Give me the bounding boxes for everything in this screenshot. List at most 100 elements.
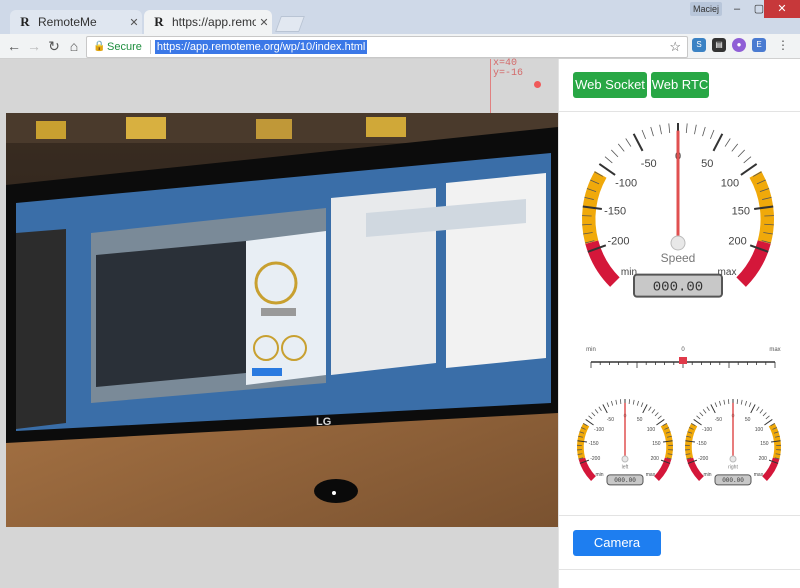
tick-label: 150 — [652, 441, 661, 447]
major-tick — [632, 133, 644, 152]
minor-tick — [615, 399, 618, 405]
major-tick — [642, 404, 648, 414]
minor-tick — [668, 123, 671, 134]
remoteme-favicon-icon: R — [20, 14, 30, 29]
tick-label: -100 — [615, 178, 637, 190]
close-tab-icon[interactable]: ✕ — [256, 16, 272, 29]
gauge-label: Speed — [661, 251, 696, 265]
minor-tick — [723, 399, 726, 405]
minor-tick — [743, 156, 752, 164]
major-tick — [693, 419, 702, 426]
minor-tick — [610, 400, 614, 406]
minor-tick — [759, 409, 764, 414]
web-rtc-button[interactable]: Web RTC — [651, 72, 709, 98]
major-tick — [602, 404, 608, 414]
tick-label: 200 — [728, 236, 746, 248]
tick-label: -200 — [607, 236, 629, 248]
minor-tick — [648, 406, 652, 411]
back-icon[interactable]: ← — [6, 38, 22, 54]
minor-tick — [714, 402, 718, 408]
tick-label: -150 — [604, 206, 626, 218]
minor-tick — [748, 402, 752, 408]
minor-tick — [598, 406, 602, 411]
minor-tick — [651, 409, 656, 414]
tick-label: -50 — [715, 417, 722, 423]
gauge-label: left — [622, 465, 629, 471]
left-motor-gauge: -200-150-100-50050100150200leftminmax000… — [577, 399, 673, 486]
minor-tick — [699, 412, 704, 417]
minor-tick — [641, 129, 647, 140]
gauge-value: 000.00 — [653, 280, 703, 296]
minor-tick — [594, 409, 599, 414]
minor-tick — [709, 129, 715, 140]
address-bar[interactable]: 🔒 Secure https://app.remoteme.org/wp/10/… — [86, 36, 688, 58]
major-tick — [656, 419, 665, 426]
minor-tick — [625, 138, 632, 147]
speed-gauge: -200-150-100-50050100150200Speedminmax00… — [582, 123, 774, 298]
tick-label: 100 — [755, 427, 764, 433]
slider-max-label: max — [769, 347, 780, 353]
y-coordinate: y=-16 — [493, 68, 524, 79]
lock-icon: 🔒 — [93, 41, 106, 52]
divider — [149, 40, 151, 54]
minor-tick — [591, 412, 596, 417]
tick-label: 150 — [732, 206, 750, 218]
gauge-value: 000.00 — [614, 477, 636, 484]
tab-title: https://app.remoteme.or — [172, 15, 256, 29]
gauge-label: right — [728, 465, 738, 471]
extension-icon[interactable]: ● — [732, 38, 746, 52]
title-bar: R RemoteMe ✕ R https://app.remoteme.or ✕… — [0, 0, 800, 34]
bookmark-star-icon[interactable]: ☆ — [669, 39, 681, 55]
tick-label: -150 — [589, 441, 599, 447]
major-tick — [712, 133, 724, 152]
tick-label: 200 — [759, 456, 768, 462]
minor-tick — [706, 406, 710, 411]
extension-film-icon[interactable]: ▤ — [712, 38, 726, 52]
extension-icon[interactable]: S — [692, 38, 706, 52]
close-tab-icon[interactable]: ✕ — [126, 16, 142, 29]
major-tick — [740, 163, 758, 176]
tick-label: -50 — [607, 417, 614, 423]
web-socket-button[interactable]: Web Socket — [573, 72, 647, 98]
slider-handle[interactable] — [679, 357, 687, 364]
tick-label: 150 — [760, 441, 769, 447]
control-panel: Web Socket Web RTC -200-150-100-50050100… — [558, 59, 800, 588]
camera-video[interactable]: LG — [6, 113, 558, 527]
tab-remoteme[interactable]: R RemoteMe ✕ — [10, 10, 142, 34]
minor-tick — [604, 156, 613, 164]
tick-label: 50 — [701, 158, 713, 170]
tab-remoteme-app[interactable]: R https://app.remoteme.or ✕ — [144, 10, 272, 34]
camera-center-button[interactable]: Camera Center — [573, 530, 661, 576]
camera-frame-image: LG — [6, 113, 558, 527]
menu-icon[interactable]: ⋮ — [776, 38, 790, 52]
gauge-min-label: min — [703, 472, 711, 478]
tick-label: -150 — [697, 441, 707, 447]
minor-tick — [762, 412, 767, 417]
tick-label: -100 — [594, 427, 604, 433]
tick-label: 50 — [637, 417, 643, 423]
divider — [559, 515, 800, 516]
url-text[interactable]: https://app.remoteme.org/wp/10/index.htm… — [154, 40, 368, 54]
extension-icon[interactable]: E — [752, 38, 766, 52]
right-motor-gauge: -200-150-100-50050100150200rightminmax00… — [685, 399, 781, 486]
minor-tick — [756, 406, 760, 411]
minor-tick — [694, 124, 697, 135]
speed-slider[interactable]: min 0 max — [583, 342, 783, 372]
forward-icon[interactable]: → — [26, 38, 42, 54]
minor-tick — [650, 126, 654, 137]
video-area: x=40 y=-16 LG — [0, 59, 559, 588]
new-tab-button[interactable] — [275, 16, 305, 32]
minor-tick — [740, 399, 743, 405]
secure-label: Secure — [107, 41, 142, 53]
tick-label: -200 — [698, 456, 708, 462]
close-window-icon[interactable]: ✕ — [764, 0, 800, 18]
home-icon[interactable]: ⌂ — [66, 38, 82, 54]
browser-toolbar: ← → ↻ ⌂ 🔒 Secure https://app.remoteme.or… — [0, 34, 800, 59]
minor-tick — [617, 143, 625, 152]
needle-hub — [670, 235, 686, 251]
minor-tick — [654, 412, 659, 417]
needle-hub — [621, 455, 629, 463]
user-profile[interactable]: Maciej — [690, 2, 722, 16]
reload-icon[interactable]: ↻ — [46, 38, 62, 54]
tick-label: 50 — [745, 417, 751, 423]
